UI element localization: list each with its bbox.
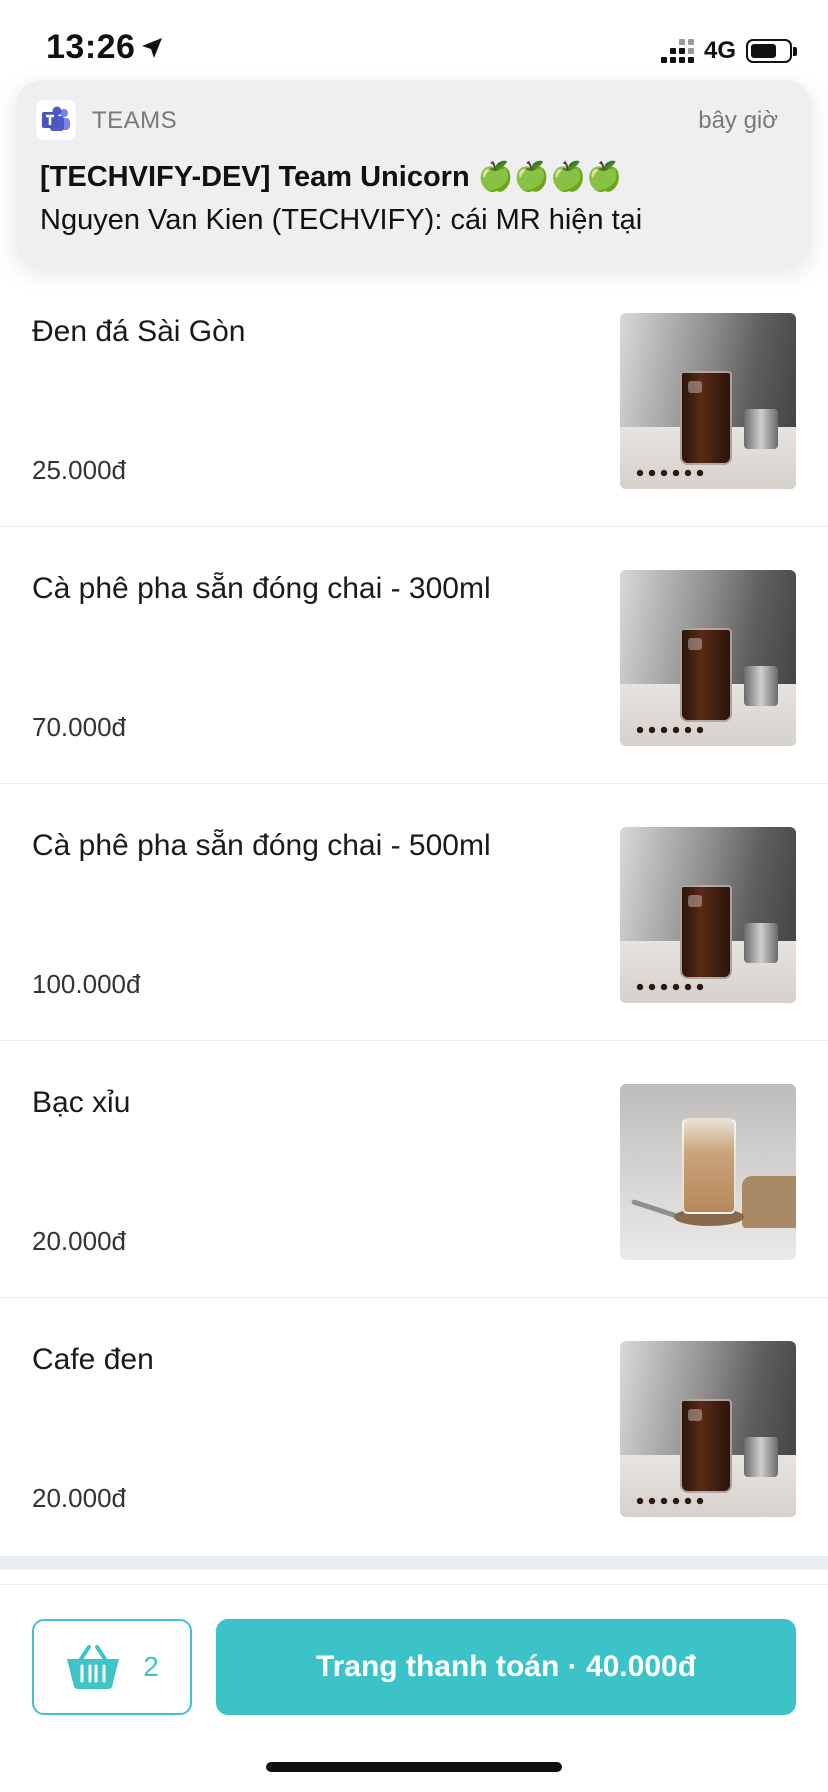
product-price: 70.000đ [32,712,126,742]
product-price: 20.000đ [32,1483,126,1513]
product-item[interactable]: Bạc xỉu 20.000đ [0,1041,828,1298]
product-item[interactable]: Cà phê pha sẵn đóng chai - 300ml 70.000đ [0,527,828,784]
product-price: 100.000đ [32,969,141,999]
notification-title: [TECHVIFY-DEV] Team Unicorn 🍏🍏🍏🍏 [40,161,623,193]
iced-black-coffee-image[interactable] [620,570,796,746]
product-item[interactable]: Đen đá Sài Gòn 25.000đ [0,270,828,527]
status-indicators: 4G [660,36,797,66]
product-name: Cà phê pha sẵn đóng chai - 500ml [32,829,491,862]
battery-icon [746,39,797,63]
basket-icon [67,1645,120,1689]
cellular-signal-icon [660,39,694,63]
location-arrow-icon [142,38,162,58]
cart-count: 2 [143,1651,159,1682]
iced-black-coffee-image[interactable] [620,827,796,1003]
product-item[interactable]: Cà phê pha sẵn đóng chai - 500ml 100.000… [0,784,828,1041]
notification-time: bây giờ [698,107,778,134]
bac-xiu-image[interactable] [620,1084,796,1260]
home-indicator[interactable] [266,1762,562,1772]
bottom-action-bar: 2 Trang thanh toán · 40.000đ [0,1584,828,1792]
network-type: 4G [703,37,736,64]
product-name: Cà phê pha sẵn đóng chai - 300ml [32,572,491,605]
teams-notification[interactable]: TEAMS bây giờ [TECHVIFY-DEV] Team Unicor… [16,80,812,268]
product-item[interactable]: Cafe đen 20.000đ [0,1298,828,1555]
iced-black-coffee-image[interactable] [620,1341,796,1517]
product-name: Đen đá Sài Gòn [32,315,246,348]
notification-app-name: TEAMS [92,107,178,134]
product-list: Đen đá Sài Gòn 25.000đ Cà phê pha sẵn đó… [0,270,828,1555]
section-divider [0,1556,828,1570]
notification-body: Nguyen Van Kien (TECHVIFY): cái MR hiện … [40,204,643,236]
checkout-button[interactable]: Trang thanh toán · 40.000đ [216,1619,796,1715]
product-price: 25.000đ [32,455,126,485]
product-name: Bạc xỉu [32,1086,131,1119]
status-time: 13:26 [46,28,136,66]
cart-button[interactable]: 2 [32,1619,192,1715]
product-price: 20.000đ [32,1226,126,1256]
iced-black-coffee-image[interactable] [620,313,796,489]
teams-app-icon [36,100,76,140]
product-name: Cafe đen [32,1343,154,1376]
